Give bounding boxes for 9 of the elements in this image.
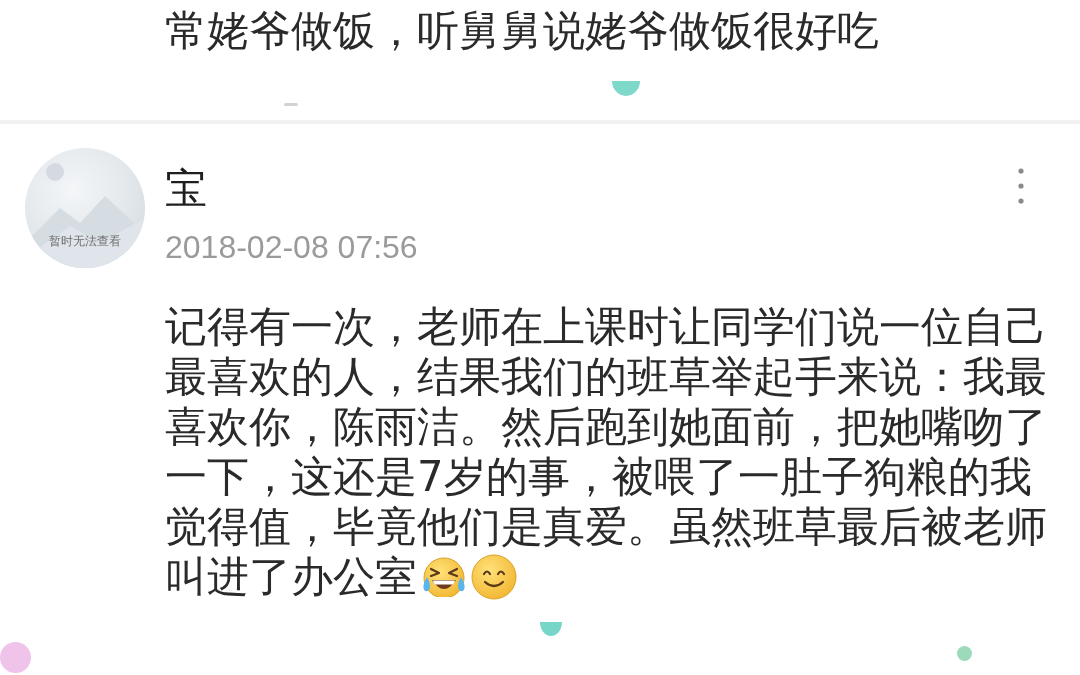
smiling-face-icon <box>471 554 517 600</box>
comment-text: 叫进了办公室 <box>165 552 417 602</box>
more-icon[interactable] <box>1018 168 1024 204</box>
avatar-caption: 暂时无法查看 <box>49 234 121 248</box>
comment-text: 常姥爷做饭，听舅舅说姥爷做饭很好吃 <box>165 6 879 55</box>
laughing-tears-face-icon <box>421 557 467 597</box>
comment-text: 记得有一次，老师在上课时让同学们说一位自己最喜欢的人，结果我们的班草举起手来说：我最喜欢你，陈雨洁。然后跑到她面前，把她嘴吻了一下，这还是7岁的事，被喂了一肚子狗粮的我觉得值，毕竟他们是真爱。虽然班草最后被老师 <box>165 302 1048 552</box>
comment-timestamp: 2018-02-08 07:56 <box>165 228 418 267</box>
author-name: 宝 <box>165 164 207 214</box>
